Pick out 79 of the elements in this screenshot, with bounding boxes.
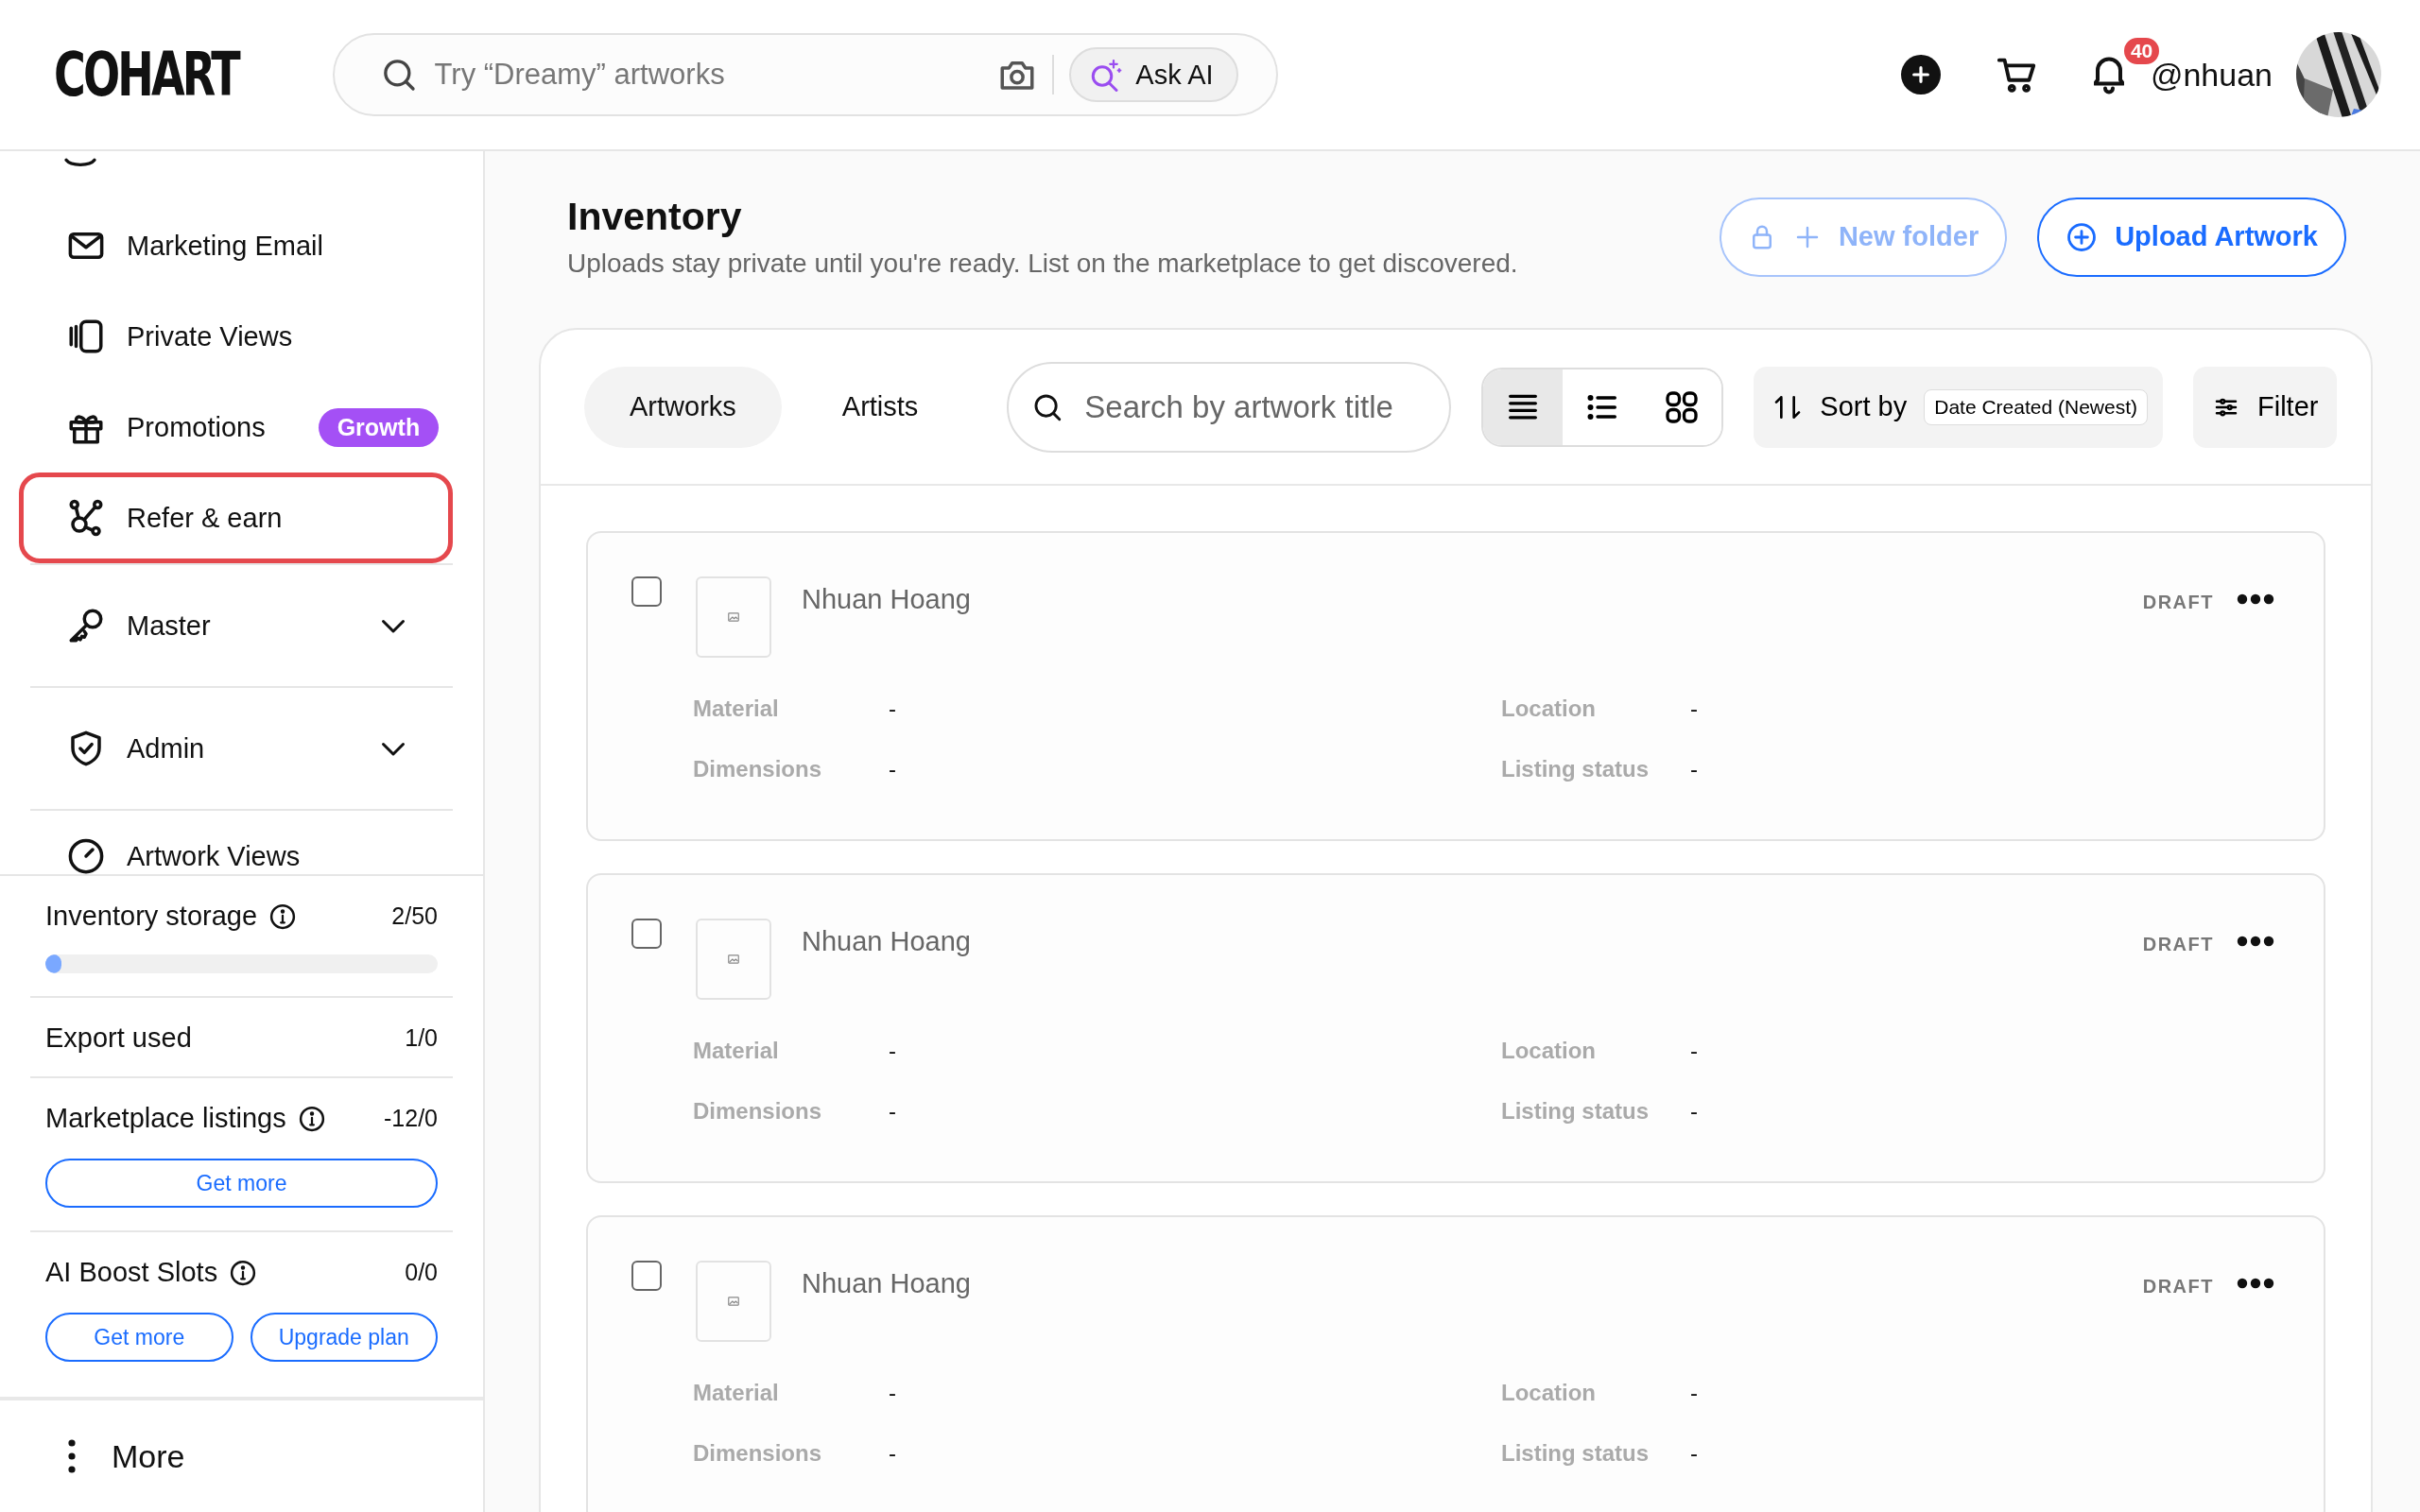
nav-item[interactable]: Admin: [19, 688, 453, 809]
artwork-card[interactable]: Nhuan Hoang DRAFT Material - Location - Dimensions - Listing status -: [586, 1215, 2325, 1512]
bell-icon[interactable]: [2093, 55, 2124, 94]
usage-label: Inventory storage: [45, 901, 258, 932]
field-value: -: [889, 696, 897, 722]
artwork-card[interactable]: Nhuan Hoang DRAFT Material - Location - Dimensions - Listing status -: [586, 531, 2325, 841]
status-label: DRAFT: [2142, 1276, 2214, 1297]
upload-artwork-button[interactable]: Upload Artwork: [2037, 197, 2346, 277]
field-value: -: [1690, 1038, 1699, 1064]
view-mode-button[interactable]: [1483, 369, 1564, 445]
usage-value: 0/0: [405, 1259, 438, 1286]
field-label: Material: [693, 696, 780, 722]
sort-button[interactable]: Sort by Date Created (Newest): [1754, 366, 2163, 448]
artwork-card[interactable]: Nhuan Hoang DRAFT Material - Location - Dimensions - Listing status -: [586, 873, 2325, 1183]
field-label: Listing status: [1501, 756, 1650, 782]
logo[interactable]: COHART: [54, 44, 238, 105]
field-value: -: [889, 1098, 897, 1125]
usage-value: -12/0: [384, 1105, 438, 1132]
field-label: Material: [693, 1380, 780, 1406]
nav-item[interactable]: Promotions Growth: [19, 382, 453, 472]
usage-label: Export used: [45, 1022, 192, 1054]
checkbox[interactable]: [631, 919, 662, 949]
field-value: -: [889, 1380, 897, 1406]
field-value: -: [889, 1440, 897, 1467]
artist-name: Nhuan Hoang: [802, 584, 971, 615]
plus-circle-icon: [2066, 220, 2099, 253]
nav-item[interactable]: Marketing Email: [19, 200, 453, 291]
field-label: Material: [693, 1038, 780, 1064]
field-value: -: [1690, 756, 1699, 782]
image-icon: [727, 953, 740, 966]
tab[interactable]: Artworks: [584, 366, 782, 448]
plus-icon: [1910, 64, 1931, 85]
field-value: -: [1690, 1380, 1699, 1406]
checkbox[interactable]: [631, 576, 662, 607]
field-label: Location: [1501, 696, 1597, 722]
search-bar[interactable]: Search by artwork title: [1007, 361, 1452, 453]
more-button[interactable]: More: [0, 1397, 483, 1512]
ask-ai-button[interactable]: Ask AI: [1069, 47, 1238, 102]
usage-label: Marketplace listings: [45, 1103, 286, 1134]
image-icon: [727, 1295, 740, 1308]
nav-item[interactable]: Refer & earn: [19, 472, 453, 563]
artist-name: Nhuan Hoang: [802, 926, 971, 957]
add-button[interactable]: [1900, 55, 1941, 94]
more-icon: [68, 1439, 76, 1473]
checkbox[interactable]: [631, 1261, 662, 1291]
field-label: Location: [1501, 1038, 1597, 1064]
filter-button[interactable]: Filter: [2193, 366, 2338, 448]
usage-label: AI Boost Slots: [45, 1257, 218, 1288]
nav-item[interactable]: Private Views: [19, 291, 453, 382]
outline-button[interactable]: Get more: [45, 1159, 438, 1208]
field-label: Listing status: [1501, 1440, 1650, 1467]
usage-value: 2/50: [391, 902, 438, 930]
field-label: Dimensions: [693, 1440, 823, 1467]
image-icon: [727, 610, 740, 624]
field-value: -: [889, 756, 897, 782]
field-label: Listing status: [1501, 1098, 1650, 1125]
field-value: -: [889, 1038, 897, 1064]
search-bar[interactable]: Try “Dreamy” artworks Ask AI: [332, 33, 1278, 116]
status-label: DRAFT: [2142, 592, 2214, 613]
gauge-icon: [66, 836, 106, 874]
outline-button[interactable]: Get more: [45, 1313, 233, 1362]
field-value: -: [1690, 1440, 1699, 1467]
field-label: Dimensions: [693, 1098, 823, 1125]
outline-button[interactable]: Upgrade plan: [250, 1313, 438, 1362]
field-value: -: [1690, 696, 1699, 722]
page-title: Inventory: [567, 195, 743, 239]
nav-item[interactable]: Artwork Views: [19, 811, 453, 874]
artist-name: Nhuan Hoang: [802, 1268, 971, 1299]
field-value: -: [1690, 1098, 1699, 1125]
field-label: Location: [1501, 1380, 1597, 1406]
sort-value: Date Created (Newest): [1924, 388, 2148, 425]
plan-badge: Growth: [318, 407, 440, 447]
usage-value: 1/0: [405, 1024, 438, 1052]
field-label: Dimensions: [693, 756, 823, 782]
page-subtitle: Uploads stay private until you're ready. List on the marketplace to get discovered.: [567, 249, 1519, 279]
nav-item[interactable]: Master: [19, 565, 453, 686]
status-label: DRAFT: [2142, 934, 2214, 955]
tab[interactable]: Artists: [796, 366, 964, 448]
search-field[interactable]: Try “Dreamy” artworks: [432, 57, 983, 93]
